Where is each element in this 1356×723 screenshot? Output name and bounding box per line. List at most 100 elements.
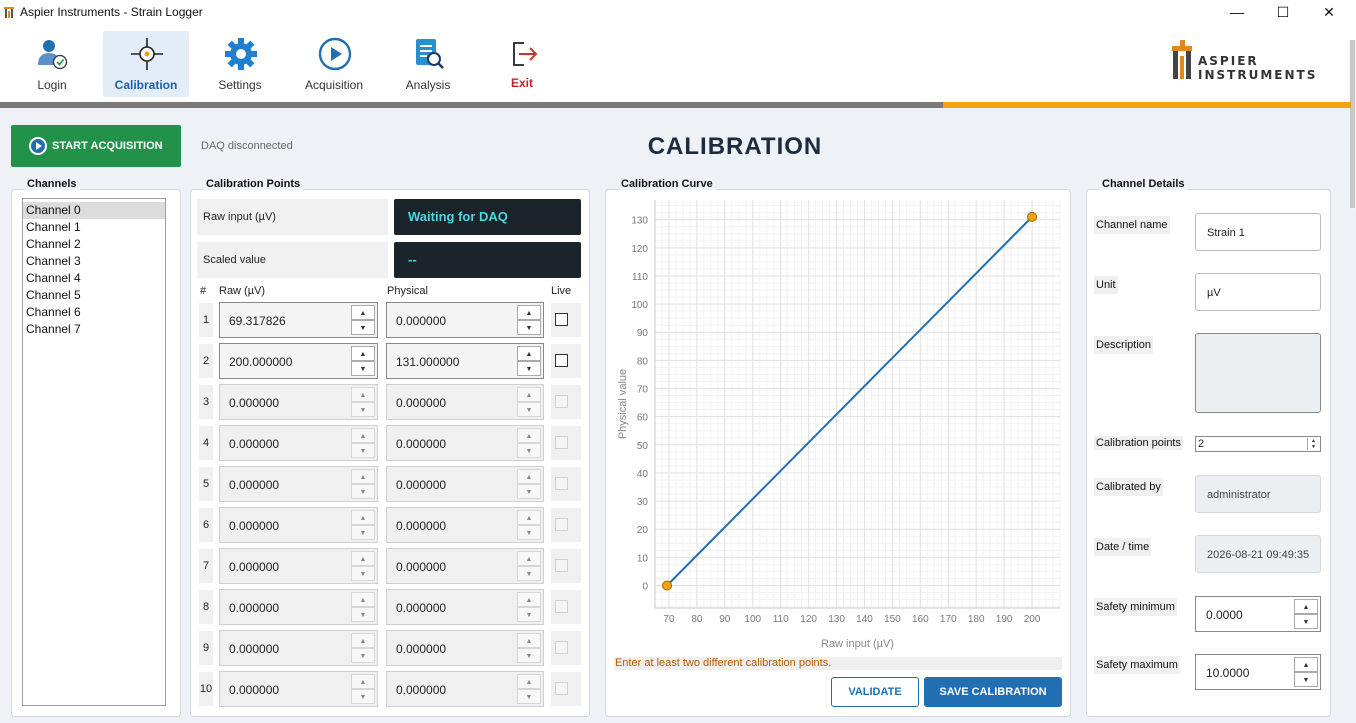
spin-down-icon[interactable]: ▼: [517, 648, 541, 663]
raw-value-spinbox[interactable]: 0.000000 ▲ ▼: [219, 425, 378, 461]
spin-up-icon[interactable]: ▲: [351, 346, 375, 361]
spin-down-icon[interactable]: ▼: [517, 525, 541, 540]
channel-item[interactable]: Channel 3: [23, 253, 165, 270]
channel-item[interactable]: Channel 1: [23, 219, 165, 236]
close-button[interactable]: ✕: [1306, 0, 1352, 24]
spin-down-icon[interactable]: ▼: [517, 402, 541, 417]
raw-value-spinbox[interactable]: 0.000000 ▲ ▼: [219, 384, 378, 420]
login-tool-button[interactable]: Login: [9, 31, 95, 97]
spin-down-icon[interactable]: ▼: [351, 484, 375, 499]
spin-up-icon[interactable]: ▲: [351, 469, 375, 484]
spin-up-icon[interactable]: ▲: [351, 428, 375, 443]
analysis-label: Analysis: [405, 78, 451, 92]
physical-value-spinbox[interactable]: 0.000000 ▲ ▼: [386, 466, 544, 502]
analysis-tool-button[interactable]: Analysis: [385, 31, 471, 97]
spin-up-icon[interactable]: ▲: [517, 551, 541, 566]
save-calibration-button[interactable]: SAVE CALIBRATION: [924, 677, 1062, 707]
raw-value-spinbox[interactable]: 69.317826 ▲ ▼: [219, 302, 378, 338]
channel-list[interactable]: Channel 0 Channel 1 Channel 2 Channel 3 …: [22, 198, 166, 706]
channel-item[interactable]: Channel 4: [23, 270, 165, 287]
spin-down-icon[interactable]: ▼: [351, 320, 375, 335]
raw-value-spinbox[interactable]: 0.000000 ▲ ▼: [219, 630, 378, 666]
spin-down-icon[interactable]: ▼: [517, 320, 541, 335]
spin-up-icon[interactable]: ▲: [1294, 657, 1318, 672]
spin-down-icon[interactable]: ▼: [1294, 672, 1318, 687]
channel-name-field[interactable]: Strain 1: [1195, 213, 1321, 251]
live-checkbox-cell[interactable]: [551, 303, 581, 337]
raw-value-spinbox[interactable]: 0.000000 ▲ ▼: [219, 548, 378, 584]
acquisition-tool-button[interactable]: Acquisition: [291, 31, 377, 97]
raw-value-spinbox[interactable]: 0.000000 ▲ ▼: [219, 466, 378, 502]
spin-up-icon[interactable]: ▲: [351, 674, 375, 689]
spin-up-icon[interactable]: ▲: [351, 592, 375, 607]
spin-down-icon[interactable]: ▼: [351, 525, 375, 540]
minimize-button[interactable]: —: [1214, 0, 1260, 24]
spin-up-icon[interactable]: ▲: [517, 305, 541, 320]
spin-up-icon[interactable]: ▲: [517, 469, 541, 484]
channel-item[interactable]: Channel 0: [23, 202, 165, 219]
spin-up-icon[interactable]: ▲: [351, 387, 375, 402]
spin-down-icon[interactable]: ▼: [517, 566, 541, 581]
spin-up-icon[interactable]: ▲: [517, 387, 541, 402]
spin-down-icon[interactable]: ▼: [351, 402, 375, 417]
spin-down-icon[interactable]: ▼: [351, 689, 375, 704]
physical-value-spinbox[interactable]: 0.000000 ▲ ▼: [386, 671, 544, 707]
maximize-button[interactable]: ☐: [1260, 0, 1306, 24]
physical-value-spinbox[interactable]: 0.000000 ▲ ▼: [386, 384, 544, 420]
spin-down-icon[interactable]: ▼: [517, 484, 541, 499]
spin-down-icon[interactable]: ▼: [351, 443, 375, 458]
raw-value: 0.000000: [229, 642, 280, 656]
channel-item[interactable]: Channel 6: [23, 304, 165, 321]
spin-up-icon[interactable]: ▲: [517, 674, 541, 689]
physical-value-spinbox[interactable]: 131.000000 ▲ ▼: [386, 343, 544, 379]
spin-down-icon[interactable]: ▼: [517, 689, 541, 704]
exit-tool-button[interactable]: Exit: [479, 31, 565, 97]
spin-up-icon[interactable]: ▲: [517, 428, 541, 443]
raw-value-spinbox[interactable]: 0.000000 ▲ ▼: [219, 507, 378, 543]
spin-down-icon[interactable]: ▼: [351, 361, 375, 376]
live-checkbox[interactable]: [555, 354, 568, 367]
spin-down-icon[interactable]: ▼: [351, 607, 375, 622]
spin-down-icon[interactable]: ▼: [351, 566, 375, 581]
safety-max-spinbox[interactable]: 10.0000 ▲ ▼: [1195, 654, 1321, 690]
settings-tool-button[interactable]: Settings: [197, 31, 283, 97]
channel-item[interactable]: Channel 2: [23, 236, 165, 253]
channel-item[interactable]: Channel 5: [23, 287, 165, 304]
description-field[interactable]: [1195, 333, 1321, 413]
calibration-points-spinbox[interactable]: 2 ▲ ▼: [1195, 436, 1321, 452]
physical-value-spinbox[interactable]: 0.000000 ▲ ▼: [386, 302, 544, 338]
spin-down-icon[interactable]: ▼: [517, 361, 541, 376]
raw-value-spinbox[interactable]: 0.000000 ▲ ▼: [219, 671, 378, 707]
spin-up-icon[interactable]: ▲: [517, 592, 541, 607]
raw-value-spinbox[interactable]: 0.000000 ▲ ▼: [219, 589, 378, 625]
spin-down-icon[interactable]: ▼: [1294, 614, 1318, 629]
physical-value-spinbox[interactable]: 0.000000 ▲ ▼: [386, 425, 544, 461]
spin-up-icon[interactable]: ▲: [1294, 599, 1318, 614]
channel-item[interactable]: Channel 7: [23, 321, 165, 338]
spin-up-icon[interactable]: ▲: [351, 551, 375, 566]
window-scrollbar[interactable]: [1349, 40, 1356, 210]
physical-value-spinbox[interactable]: 0.000000 ▲ ▼: [386, 548, 544, 584]
scrollbar-thumb[interactable]: [1350, 40, 1355, 208]
spin-down-icon[interactable]: ▼: [351, 648, 375, 663]
spin-up-icon[interactable]: ▲: [351, 305, 375, 320]
safety-min-spinbox[interactable]: 0.0000 ▲ ▼: [1195, 596, 1321, 632]
raw-value-spinbox[interactable]: 200.000000 ▲ ▼: [219, 343, 378, 379]
physical-value-spinbox[interactable]: 0.000000 ▲ ▼: [386, 630, 544, 666]
validate-button[interactable]: VALIDATE: [831, 677, 919, 707]
live-checkbox-cell[interactable]: [551, 344, 581, 378]
physical-value-spinbox[interactable]: 0.000000 ▲ ▼: [386, 507, 544, 543]
live-checkbox: [555, 395, 568, 408]
spin-up-icon[interactable]: ▲: [351, 633, 375, 648]
spin-up-icon[interactable]: ▲: [517, 633, 541, 648]
spin-up-icon[interactable]: ▲: [517, 346, 541, 361]
spin-up-icon[interactable]: ▲: [351, 510, 375, 525]
calibration-tool-button[interactable]: Calibration: [103, 31, 189, 97]
spin-down-icon[interactable]: ▼: [517, 443, 541, 458]
spin-arrows-icon[interactable]: ▲ ▼: [1307, 438, 1319, 450]
live-checkbox[interactable]: [555, 313, 568, 326]
unit-field[interactable]: µV: [1195, 273, 1321, 311]
spin-down-icon[interactable]: ▼: [517, 607, 541, 622]
physical-value-spinbox[interactable]: 0.000000 ▲ ▼: [386, 589, 544, 625]
spin-up-icon[interactable]: ▲: [517, 510, 541, 525]
